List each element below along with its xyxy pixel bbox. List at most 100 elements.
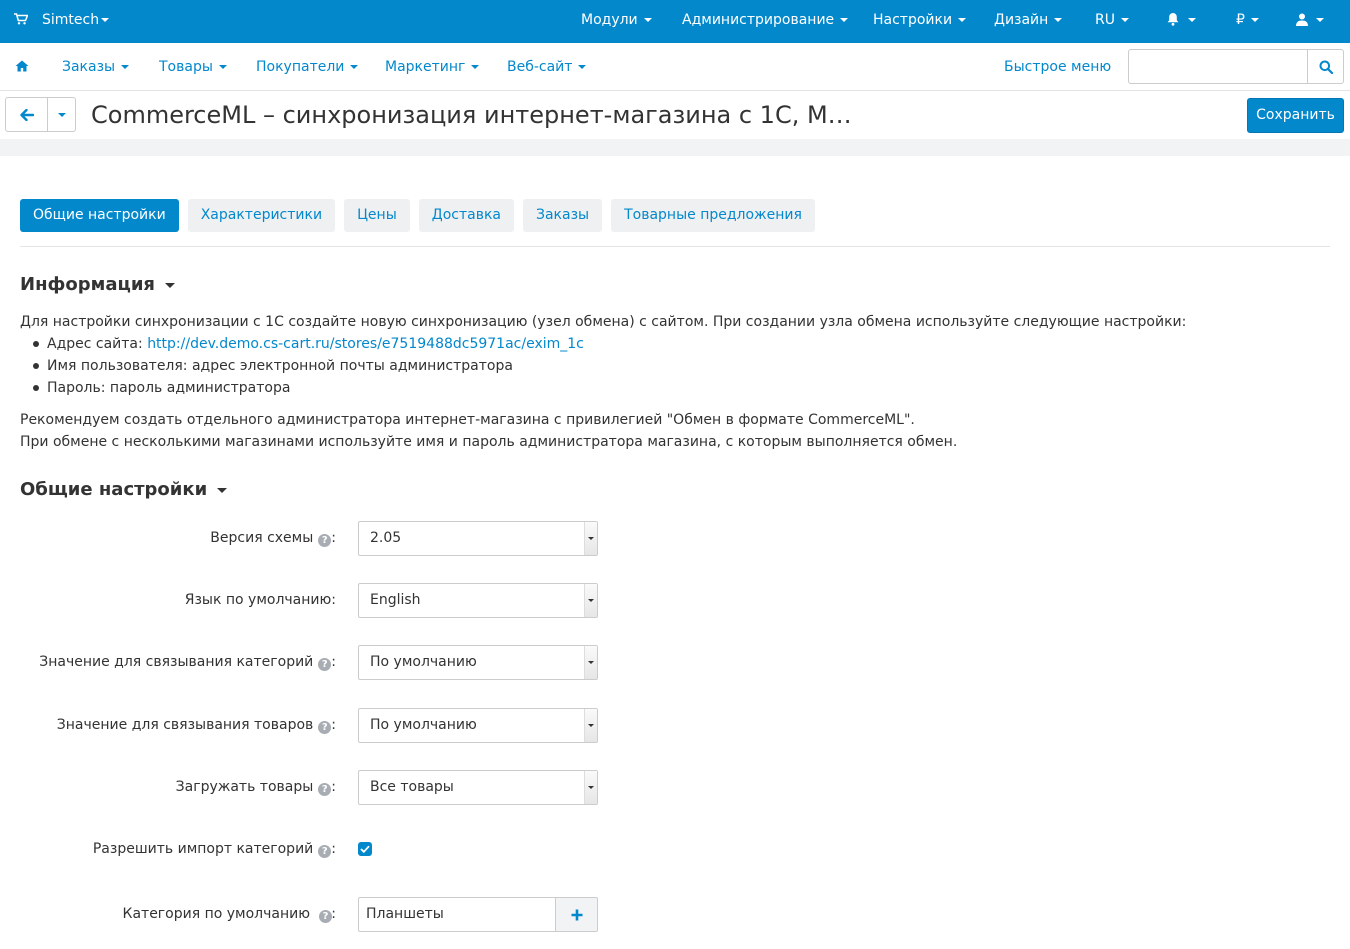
user-icon	[1296, 13, 1308, 26]
product-link-select[interactable]: По умолчанию	[358, 708, 598, 743]
chevron-down-icon	[471, 65, 480, 69]
default-language-row: Язык по умолчанию: English	[0, 583, 1350, 618]
chevron-down-icon	[1250, 18, 1259, 22]
category-link-label: Значение для связывания категорий	[39, 654, 314, 670]
home-link[interactable]	[15, 43, 29, 91]
language-switcher[interactable]: RU	[1095, 0, 1129, 40]
help-icon[interactable]: ?	[318, 534, 332, 547]
load-products-select[interactable]: Все товары	[358, 770, 598, 805]
help-icon[interactable]: ?	[319, 910, 332, 923]
bell-icon	[1167, 13, 1179, 26]
help-icon[interactable]: ?	[318, 721, 332, 734]
category-link-label-wrap: Значение для связывания категорий?:	[39, 654, 336, 671]
chevron-down-icon	[1054, 18, 1063, 22]
menu-modules[interactable]: Модули	[581, 0, 652, 40]
back-history-dropdown[interactable]	[48, 97, 76, 132]
menu-design[interactable]: Дизайн	[994, 0, 1063, 40]
chevron-down-icon	[121, 65, 130, 69]
nav-website[interactable]: Веб-сайт	[507, 43, 587, 91]
tab-general[interactable]: Общие настройки	[20, 199, 179, 232]
product-link-label: Значение для связывания товаров	[56, 717, 314, 733]
product-link-row: Значение для связывания товаров?: По умо…	[0, 708, 1350, 743]
chevron-down-icon	[218, 65, 227, 69]
tab-prices[interactable]: Цены	[344, 199, 410, 232]
site-url-link[interactable]: http://dev.demo.cs-cart.ru/stores/e75194…	[147, 336, 584, 352]
menu-design-label: Дизайн	[994, 12, 1049, 28]
chevron-down-icon	[584, 646, 597, 679]
load-products-label: Загружать товары	[175, 779, 314, 795]
default-language-label: Язык по умолчанию:	[184, 592, 336, 608]
store-switcher[interactable]: Simtech	[14, 0, 110, 40]
info-intro: Для настройки синхронизации с 1С создайт…	[20, 314, 1187, 330]
list-item: Пароль: пароль администратора	[20, 377, 1330, 399]
chevron-down-icon	[350, 65, 359, 69]
settings-tabs: Общие настройки Характеристики Цены Дост…	[20, 199, 824, 232]
info-block: Для настройки синхронизации с 1С создайт…	[20, 311, 1330, 453]
help-icon[interactable]: ?	[318, 658, 332, 671]
nav-customers[interactable]: Покупатели	[256, 43, 359, 91]
load-products-row: Загружать товары?: Все товары	[0, 770, 1350, 805]
back-button-group	[5, 97, 76, 132]
quick-menu-link[interactable]: Быстрое меню	[1004, 43, 1111, 91]
page-title: CommerceML – синхронизация интернет-мага…	[91, 101, 861, 129]
nav-products-label: Товары	[159, 59, 213, 75]
category-link-row: Значение для связывания категорий?: По у…	[0, 645, 1350, 680]
back-button[interactable]	[5, 97, 48, 132]
help-icon[interactable]: ?	[318, 783, 332, 796]
tab-offers[interactable]: Товарные предложения	[611, 199, 815, 232]
menu-modules-label: Модули	[581, 12, 638, 28]
general-section-title: Общие настройки	[20, 479, 208, 500]
search-input[interactable]	[1128, 49, 1308, 84]
tab-features[interactable]: Характеристики	[187, 199, 336, 232]
nav-orders[interactable]: Заказы	[62, 43, 130, 91]
default-category-value: Планшеты	[366, 906, 444, 922]
default-language-select[interactable]: English	[358, 583, 598, 618]
nav-marketing[interactable]: Маркетинг	[385, 43, 480, 91]
nav-customers-label: Покупатели	[256, 59, 345, 75]
default-language-value: English	[370, 592, 421, 608]
chevron-down-icon	[1316, 18, 1324, 22]
info-section-toggle[interactable]: Информация	[20, 274, 175, 295]
chevron-down-icon	[584, 709, 597, 742]
search-button[interactable]	[1307, 49, 1344, 84]
cart-icon	[14, 13, 29, 25]
title-bar-shadow	[0, 139, 1350, 156]
arrow-left-icon	[19, 108, 34, 121]
default-category-label: Категория по умолчанию	[122, 906, 310, 922]
colon: :	[331, 906, 336, 922]
add-category-button[interactable]	[555, 897, 598, 932]
category-link-select[interactable]: По умолчанию	[358, 645, 598, 680]
allow-category-import-checkbox[interactable]	[358, 842, 372, 856]
load-products-value: Все товары	[370, 779, 454, 795]
menu-settings[interactable]: Настройки	[873, 0, 967, 40]
default-category-input[interactable]: Планшеты	[358, 897, 556, 932]
schema-version-value: 2.05	[370, 530, 402, 546]
tab-shipping[interactable]: Доставка	[418, 199, 514, 232]
menu-settings-label: Настройки	[873, 12, 953, 28]
schema-version-select[interactable]: 2.05	[358, 521, 598, 556]
chevron-down-icon	[1120, 18, 1129, 22]
save-button[interactable]: Сохранить	[1247, 98, 1344, 133]
chevron-down-icon	[578, 65, 587, 69]
currency-switcher[interactable]: ₽	[1236, 0, 1259, 40]
default-category-label-wrap: Категория по умолчанию?	[123, 897, 332, 932]
general-section-toggle[interactable]: Общие настройки	[20, 479, 228, 500]
chevron-down-icon	[584, 584, 597, 617]
chevron-down-icon	[1188, 18, 1196, 22]
menu-administration-label: Администрирование	[682, 12, 835, 28]
tabs-divider	[20, 246, 1330, 247]
tab-orders[interactable]: Заказы	[523, 199, 603, 232]
schema-version-row: Версия схемы?: 2.05	[0, 521, 1350, 556]
menu-administration[interactable]: Администрирование	[682, 0, 849, 40]
help-icon[interactable]: ?	[318, 845, 332, 858]
allow-category-import-label-wrap: Разрешить импорт категорий?:	[92, 841, 336, 858]
list-item: Адрес сайта: http://dev.demo.cs-cart.ru/…	[20, 333, 1330, 355]
search-icon	[1319, 60, 1333, 74]
chevron-down-icon	[584, 771, 597, 804]
nav-products[interactable]: Товары	[159, 43, 227, 91]
notifications-menu[interactable]	[1166, 0, 1196, 40]
chevron-down-icon	[643, 18, 652, 22]
default-category-row: Категория по умолчанию? : Планшеты	[0, 897, 1350, 932]
user-menu[interactable]	[1296, 0, 1324, 40]
plus-icon	[571, 909, 582, 920]
